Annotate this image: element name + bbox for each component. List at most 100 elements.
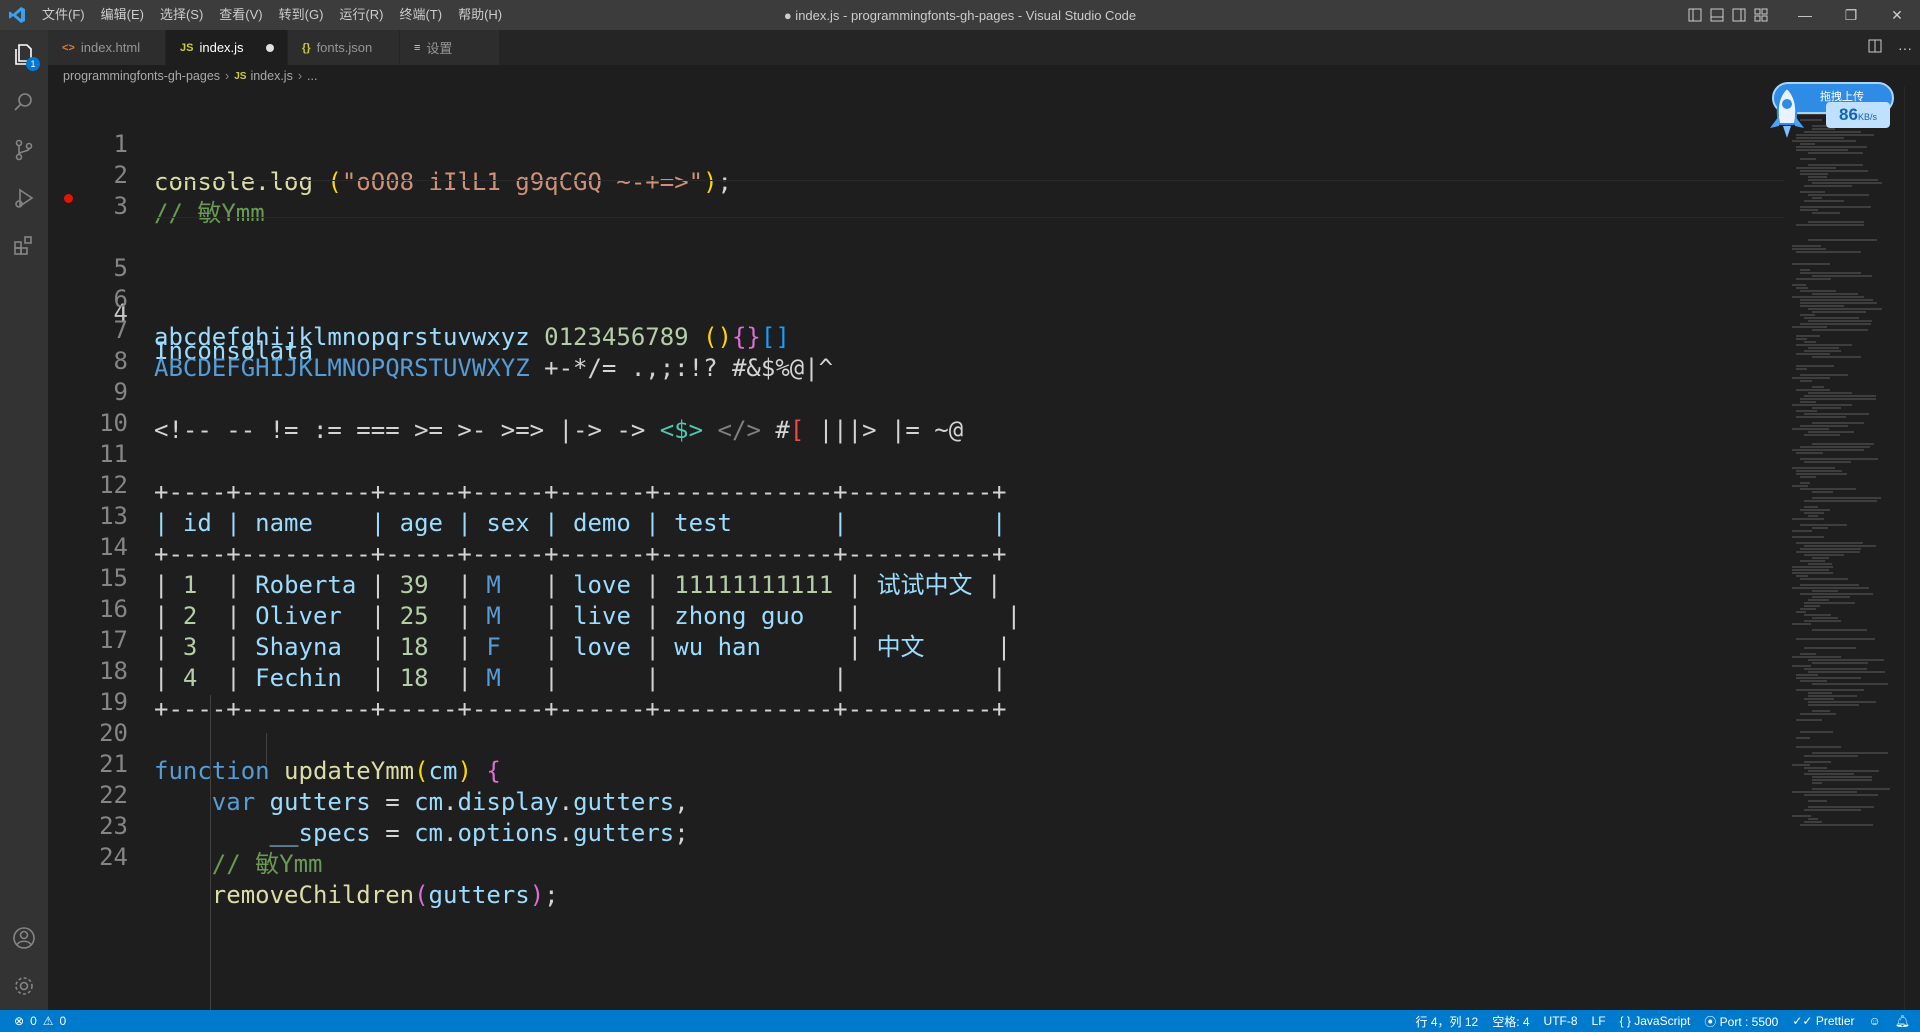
menu-selection[interactable]: 选择(S) [152,0,211,30]
minimap-line [1800,425,1848,427]
minimap-line [1800,173,1828,175]
run-debug-icon[interactable] [0,174,48,222]
tab-fonts-json[interactable]: {} fonts.json [288,30,400,65]
minimap-line [1812,356,1861,358]
minimap-line [1800,653,1816,655]
tab-settings[interactable]: ≡ 设置 [400,30,500,65]
minimap-line [1792,428,1829,430]
vscode-logo-icon [0,6,34,24]
minimap-line [1792,248,1826,250]
minimap-line [1808,800,1827,802]
breakpoint-icon[interactable] [64,194,73,203]
minimap-line [1808,194,1869,196]
close-window-button[interactable]: ✕ [1874,0,1920,30]
breadcrumb-symbol[interactable]: ... [307,69,317,83]
minimap-line [1804,545,1876,547]
more-actions-icon[interactable]: ··· [1898,40,1912,56]
breadcrumb-file[interactable]: index.js [250,69,292,83]
indentation[interactable]: 空格: 4 [1492,1013,1529,1030]
minimap-line [1792,572,1833,574]
upload-speed-value: 86 [1839,105,1858,124]
extensions-icon[interactable] [0,222,48,270]
minimap-line [1812,329,1868,331]
cursor-position[interactable]: 行 4，列 12 [1415,1013,1478,1030]
minimap-line [1800,209,1818,211]
minimize-button[interactable]: — [1782,0,1828,30]
source-control-icon[interactable] [0,126,48,174]
minimap-line [1800,509,1830,511]
minimap-line [1796,689,1864,691]
customize-layout-icon[interactable] [1750,8,1772,22]
minimap-line [1796,389,1830,391]
minimap-line [1804,350,1841,352]
upload-speed-widget[interactable]: 拖拽上传 86KB/s [1762,82,1896,140]
maximize-button[interactable]: ❐ [1828,0,1874,30]
prettier-status[interactable]: ✓✓ Prettier [1792,1014,1854,1028]
minimap-line [1796,410,1817,412]
minimap-line [1800,374,1848,376]
minimap-line [1792,485,1808,487]
minimap-line [1808,806,1874,808]
language-mode[interactable]: { } JavaScript [1620,1014,1691,1028]
minimap-line [1800,206,1871,208]
minimap-line [1796,344,1852,346]
accounts-icon[interactable] [0,914,48,962]
minimap-line [1800,305,1844,307]
vertical-scrollbar[interactable] [1904,87,1920,1010]
minimap[interactable] [1784,87,1904,1010]
error-count[interactable]: 0 [30,1014,37,1028]
minimap-line [1800,524,1847,526]
manage-gear-icon[interactable] [0,962,48,1010]
rocket-icon [1770,86,1804,138]
warning-icon[interactable]: ⚠ [43,1014,54,1028]
minimap-line [1796,224,1864,226]
notifications-bell-icon[interactable]: 🔔︎ [1895,1014,1910,1028]
search-icon[interactable] [0,78,48,126]
error-icon[interactable]: ⊗ [14,1014,24,1028]
warning-count[interactable]: 0 [60,1014,67,1028]
minimap-line [1804,620,1841,622]
minimap-line [1796,575,1808,577]
end-of-line[interactable]: LF [1592,1014,1606,1028]
minimap-line [1808,221,1864,223]
minimap-line [1800,548,1861,550]
minimap-line [1804,773,1854,775]
split-editor-icon[interactable] [1868,39,1882,56]
unsaved-dot-icon[interactable] [265,43,274,52]
minimap-line [1796,551,1860,553]
minimap-line [1804,794,1878,796]
toggle-sidebar-icon[interactable] [1684,8,1706,22]
live-server-port[interactable]: ⦿ Port : 5500 [1704,1013,1778,1030]
minimap-line [1812,497,1881,499]
minimap-line [1800,398,1876,400]
minimap-line [1796,611,1806,613]
menu-go[interactable]: 转到(G) [271,0,332,30]
tab-index-js[interactable]: JS index.js [166,30,288,65]
breadcrumb-folder[interactable]: programmingfonts-gh-pages [63,69,220,83]
minimap-line [1812,293,1858,295]
minimap-line [1804,395,1876,397]
minimap-line [1796,674,1818,676]
menu-run[interactable]: 运行(R) [331,0,391,30]
braces-icon: { } [1619,1014,1631,1028]
minimap-line [1804,767,1827,769]
menu-view[interactable]: 查看(V) [211,0,270,30]
toggle-secondary-sidebar-icon[interactable] [1728,8,1750,22]
minimap-line [1812,752,1888,754]
code-editor[interactable]: 1 console.log ("oO08 iIlL1 g9qCGQ ~-+=>"… [48,87,1784,1010]
menu-terminal[interactable]: 终端(T) [391,0,450,30]
feedback-icon[interactable]: ☺ [1869,1014,1881,1028]
minimap-line [1812,788,1890,790]
explorer-icon[interactable]: 1 [0,30,48,78]
token: removeChildren [211,881,415,909]
minimap-line [1812,386,1824,388]
menu-edit[interactable]: 编辑(E) [93,0,152,30]
encoding[interactable]: UTF-8 [1544,1014,1578,1028]
minimap-line [1796,746,1841,748]
minimap-line [1808,770,1879,772]
tab-index-html[interactable]: <> index.html [48,30,166,65]
menu-help[interactable]: 帮助(H) [450,0,510,30]
menu-file[interactable]: 文件(F) [34,0,93,30]
toggle-panel-icon[interactable] [1706,8,1728,22]
minimap-line [1796,338,1807,340]
